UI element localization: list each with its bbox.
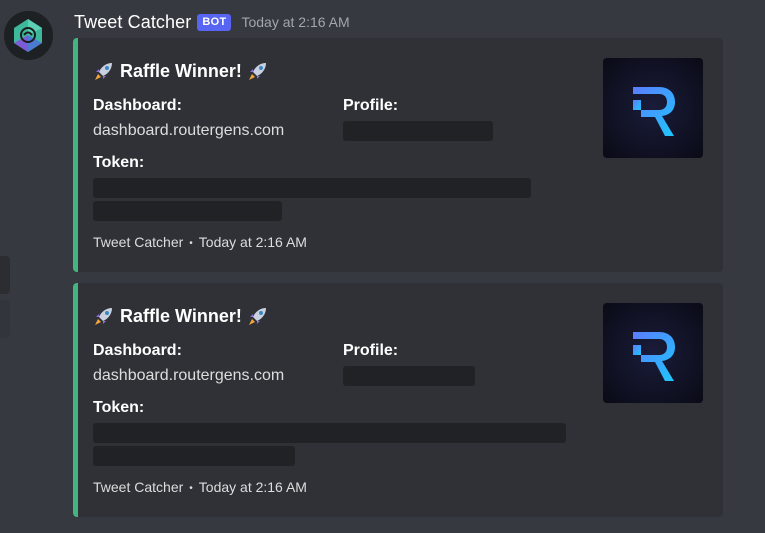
token-redacted-value [93, 423, 566, 443]
router-r-logo[interactable] [603, 303, 703, 403]
embed-card: Raffle Winner! Dashboard: dashboard.rout… [73, 283, 723, 517]
footer-author: Tweet Catcher [93, 479, 184, 495]
side-tab[interactable] [0, 256, 10, 294]
token-redacted-value [93, 446, 295, 466]
profile-field-label: Profile: [343, 342, 399, 359]
embed-footer: Tweet Catcher • Today at 2:16 AM [93, 234, 307, 250]
dashboard-field-value: dashboard.routergens.com [93, 122, 285, 139]
message-header: Tweet Catcher BOT Today at 2:16 AM [74, 9, 350, 35]
footer-separator: • [189, 237, 193, 249]
rocket-icon [247, 60, 269, 82]
message-timestamp: Today at 2:16 AM [241, 14, 350, 30]
side-tab[interactable] [0, 300, 10, 338]
embed-title-text: Raffle Winner! [120, 305, 242, 326]
footer-time: Today at 2:16 AM [198, 479, 307, 495]
bot-avatar-icon[interactable] [4, 11, 53, 60]
embed-title-text: Raffle Winner! [120, 60, 242, 81]
token-field-label: Token: [93, 399, 145, 416]
profile-field-label: Profile: [343, 97, 399, 114]
embed-card: Raffle Winner! Dashboard: dashboard.rout… [73, 38, 723, 272]
footer-time: Today at 2:16 AM [198, 234, 307, 250]
dashboard-field-value: dashboard.routergens.com [93, 367, 285, 384]
profile-redacted-value [343, 121, 493, 141]
token-field-label: Token: [93, 154, 145, 171]
rocket-icon [247, 305, 269, 327]
profile-redacted-value [343, 366, 475, 386]
token-redacted-value [93, 201, 282, 221]
embed-footer: Tweet Catcher • Today at 2:16 AM [93, 479, 307, 495]
footer-author: Tweet Catcher [93, 234, 184, 250]
token-redacted-value [93, 178, 531, 198]
rocket-icon [93, 60, 115, 82]
username[interactable]: Tweet Catcher [74, 12, 191, 33]
footer-separator: • [189, 482, 193, 494]
router-r-logo[interactable] [603, 58, 703, 158]
bot-badge: BOT [197, 13, 232, 31]
dashboard-field-label: Dashboard: [93, 342, 182, 359]
rocket-icon [93, 305, 115, 327]
dashboard-field-label: Dashboard: [93, 97, 182, 114]
embed-title: Raffle Winner! [93, 305, 269, 327]
embed-title: Raffle Winner! [93, 60, 269, 82]
